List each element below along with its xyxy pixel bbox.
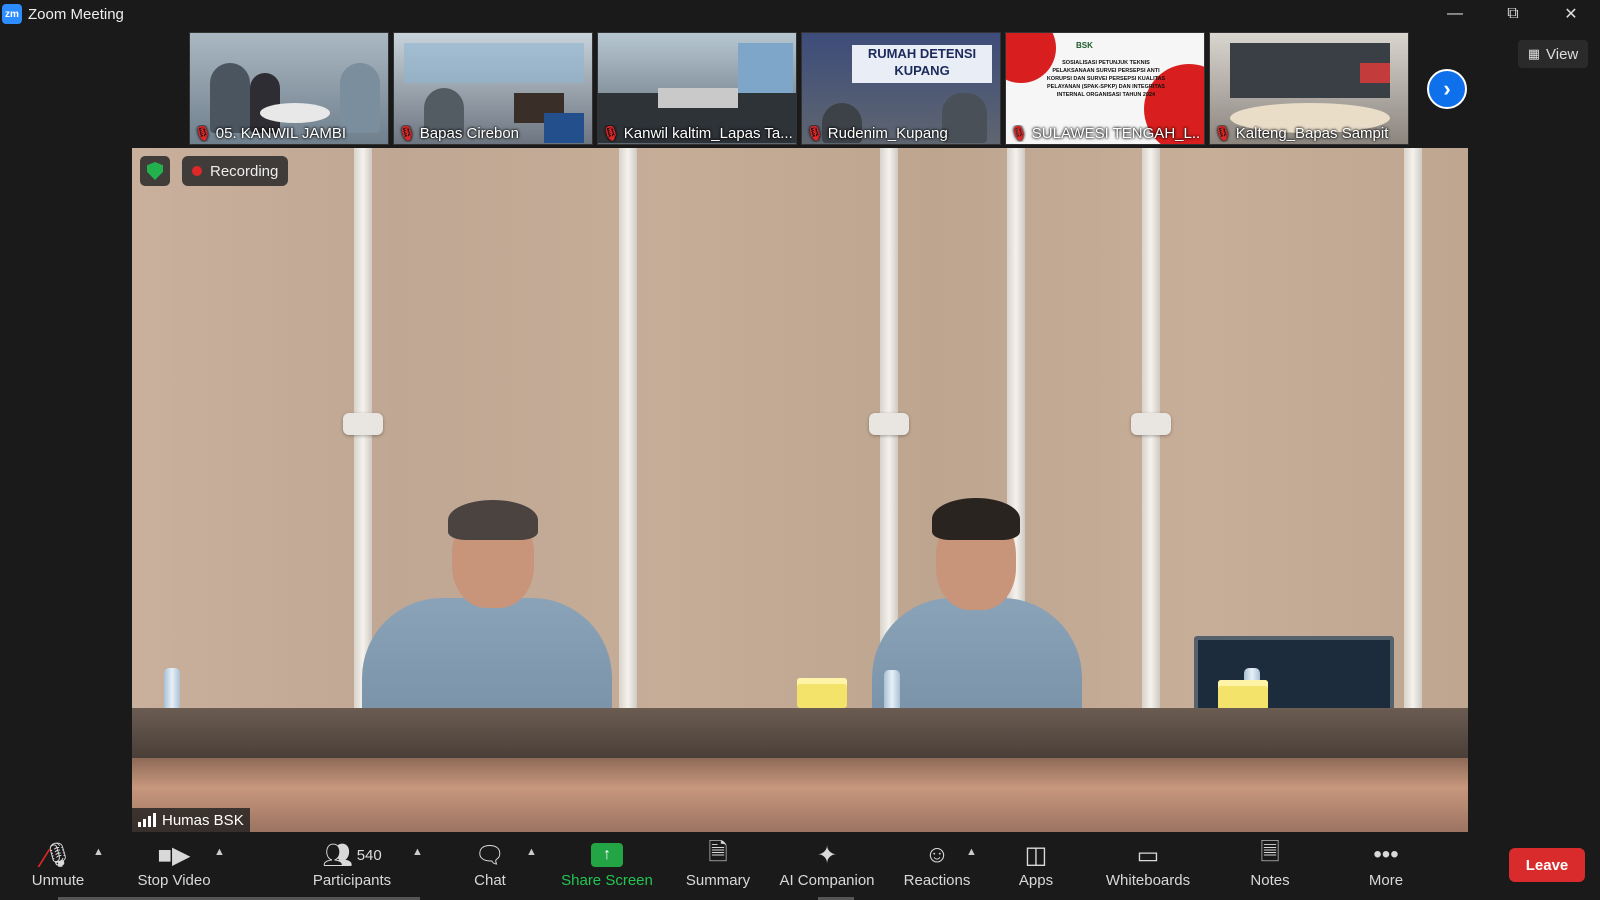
minimize-button[interactable]: — xyxy=(1426,0,1484,28)
participant-thumbnail[interactable]: 🎙︎ Kanwil kaltim_Lapas Ta... xyxy=(597,32,797,145)
reactions-label: Reactions xyxy=(903,872,971,889)
recording-label: Recording xyxy=(210,162,279,180)
view-label: View xyxy=(1546,45,1579,63)
audio-options-caret[interactable]: ▲ xyxy=(93,846,104,858)
stop-video-label: Stop Video xyxy=(137,872,211,889)
zoom-logo-icon: zm xyxy=(2,4,22,24)
participant-thumbnail[interactable]: 🎙︎ Kalteng_Bapas Sampit xyxy=(1209,32,1409,145)
apps-button[interactable]: ◫ Apps xyxy=(1006,838,1066,898)
notes-label: Notes xyxy=(1250,872,1290,889)
more-label: More xyxy=(1368,872,1404,889)
participant-name: Bapas Cirebon xyxy=(419,125,520,142)
mic-muted-icon: 🎙︎ ∕ xyxy=(42,841,74,873)
gallery-strip: 🎙︎ 05. KANWIL JAMBI 🎙︎ Bapas Cirebon 🎙︎ Kan… xyxy=(189,32,1409,145)
view-button[interactable]: ▦ View xyxy=(1518,40,1588,68)
slide-title: SOSIALISASI PETUNJUK TEKNIS PELAKSANAAN … xyxy=(1036,59,1176,99)
summary-label: Summary xyxy=(685,872,751,889)
share-screen-icon: ↑ xyxy=(591,843,623,867)
stop-video-button[interactable]: ■▶ Stop Video xyxy=(130,838,218,898)
participants-button[interactable]: 👥︎ 540 Participants xyxy=(305,838,399,898)
ai-companion-label: AI Companion xyxy=(779,872,875,889)
mic-off-icon: 🎙︎ xyxy=(194,125,212,141)
chat-bubble-icon: 🗨︎ xyxy=(474,841,506,869)
recording-indicator[interactable]: Recording xyxy=(182,156,289,186)
close-button[interactable]: ✕ xyxy=(1542,0,1600,28)
participant-thumbnail[interactable]: BSK SOSIALISASI PETUNJUK TEKNIS PELAKSAN… xyxy=(1005,32,1205,145)
sparkle-icon: ✦ xyxy=(816,841,838,869)
meeting-toolbar: 🎙︎ ∕ Unmute ▲ ■▶ Stop Video ▲ 👥︎ 540 Parti… xyxy=(0,838,1600,900)
mic-off-icon: 🎙︎ xyxy=(806,125,824,141)
unmute-label: Unmute xyxy=(31,872,85,889)
whiteboards-button[interactable]: ▭ Whiteboards xyxy=(1100,838,1196,898)
video-options-caret[interactable]: ▲ xyxy=(214,846,225,858)
active-speaker-video[interactable]: Recording Humas BSK xyxy=(132,148,1468,832)
slide-line: INTERNAL ORGANISASI TAHUN 2024 xyxy=(1056,92,1156,98)
ai-companion-button[interactable]: ✦ AI Companion xyxy=(776,838,878,898)
room-sign: RUMAH DETENSI KUPANG xyxy=(852,45,992,83)
signal-strength-icon xyxy=(138,813,156,827)
record-dot-icon xyxy=(192,166,202,176)
chat-label: Chat xyxy=(474,872,506,889)
window-title: Zoom Meeting xyxy=(28,5,124,23)
mic-off-icon: 🎙︎ xyxy=(1214,125,1232,141)
participant-thumbnail[interactable]: RUMAH DETENSI KUPANG 🎙︎ Rudenim_Kupang xyxy=(801,32,1001,145)
unmute-button[interactable]: 🎙︎ ∕ Unmute xyxy=(22,838,94,898)
security-badge[interactable] xyxy=(140,156,170,186)
notes-icon: 🗏︎ xyxy=(1260,838,1280,866)
reactions-button[interactable]: ☺︎ Reactions xyxy=(900,838,974,898)
slide-line: PELAKSANAAN SURVEI PERSEPSI ANTI xyxy=(1052,68,1160,74)
shield-check-icon xyxy=(147,162,163,180)
slide-line: PELAYANAN (SPAK-SPKP) DAN INTEGRITAS xyxy=(1047,84,1165,90)
chat-button[interactable]: 🗨︎ Chat xyxy=(460,838,520,898)
whiteboard-icon: ▭ xyxy=(1136,841,1160,869)
chevron-right-icon: › xyxy=(1443,76,1451,101)
participant-name: Kalteng_Bapas Sampit xyxy=(1235,125,1389,142)
summary-document-icon: 🗎︎ xyxy=(708,838,728,866)
participant-name: Rudenim_Kupang xyxy=(827,125,948,142)
participant-thumbnail[interactable]: 🎙︎ 05. KANWIL JAMBI xyxy=(189,32,389,145)
mic-off-icon: 🎙︎ xyxy=(398,125,416,141)
reactions-options-caret[interactable]: ▲ xyxy=(966,846,977,858)
window-controls: — ⧉ ✕ xyxy=(1426,0,1600,28)
slide-line: SOSIALISASI PETUNJUK TEKNIS xyxy=(1062,60,1150,66)
slide-line: KORUPSI DAN SURVEI PERSEPSI KUALITAS xyxy=(1046,76,1166,82)
share-screen-label: Share Screen xyxy=(561,872,653,889)
next-page-button[interactable]: › xyxy=(1427,69,1467,109)
participants-label: Participants xyxy=(312,872,392,889)
ellipsis-icon: ••• xyxy=(1373,841,1399,868)
speaker-name: Humas BSK xyxy=(162,811,244,829)
participants-icon: 👥︎ xyxy=(322,841,353,869)
grid-view-icon: ▦ xyxy=(1527,46,1541,61)
emoji-add-icon: ☺︎ xyxy=(924,841,950,868)
mic-off-icon: 🎙︎ xyxy=(602,125,620,141)
share-screen-button[interactable]: ↑ Share Screen xyxy=(560,838,654,898)
participant-name: 05. KANWIL JAMBI xyxy=(215,125,347,142)
participants-count: 540 xyxy=(356,846,382,864)
apps-icon: ◫ xyxy=(1024,841,1048,869)
participant-thumbnail[interactable]: 🎙︎ Bapas Cirebon xyxy=(393,32,593,145)
speaker-name-tag: Humas BSK xyxy=(132,808,250,832)
mic-off-icon: 🎙︎ xyxy=(1010,125,1028,141)
notes-button[interactable]: 🗏︎ Notes xyxy=(1240,838,1300,898)
video-camera-icon: ■▶ xyxy=(157,841,191,869)
sign-line: KUPANG xyxy=(894,63,950,78)
leave-button[interactable]: Leave xyxy=(1509,848,1585,882)
participant-name: SULAWESI TENGAH_L... xyxy=(1031,125,1200,142)
sign-line: RUMAH DETENSI xyxy=(867,46,977,61)
more-button[interactable]: ••• More xyxy=(1358,838,1414,898)
participants-options-caret[interactable]: ▲ xyxy=(412,846,423,858)
summary-button[interactable]: 🗎︎ Summary xyxy=(682,838,754,898)
participant-name: Kanwil kaltim_Lapas Ta... xyxy=(623,125,792,142)
slide-org: BSK xyxy=(1076,41,1093,50)
restore-button[interactable]: ⧉ xyxy=(1484,0,1542,28)
title-bar: zm Zoom Meeting — ⧉ ✕ xyxy=(0,0,1600,28)
whiteboards-label: Whiteboards xyxy=(1105,872,1191,889)
chat-options-caret[interactable]: ▲ xyxy=(526,846,537,858)
apps-label: Apps xyxy=(1018,872,1054,889)
